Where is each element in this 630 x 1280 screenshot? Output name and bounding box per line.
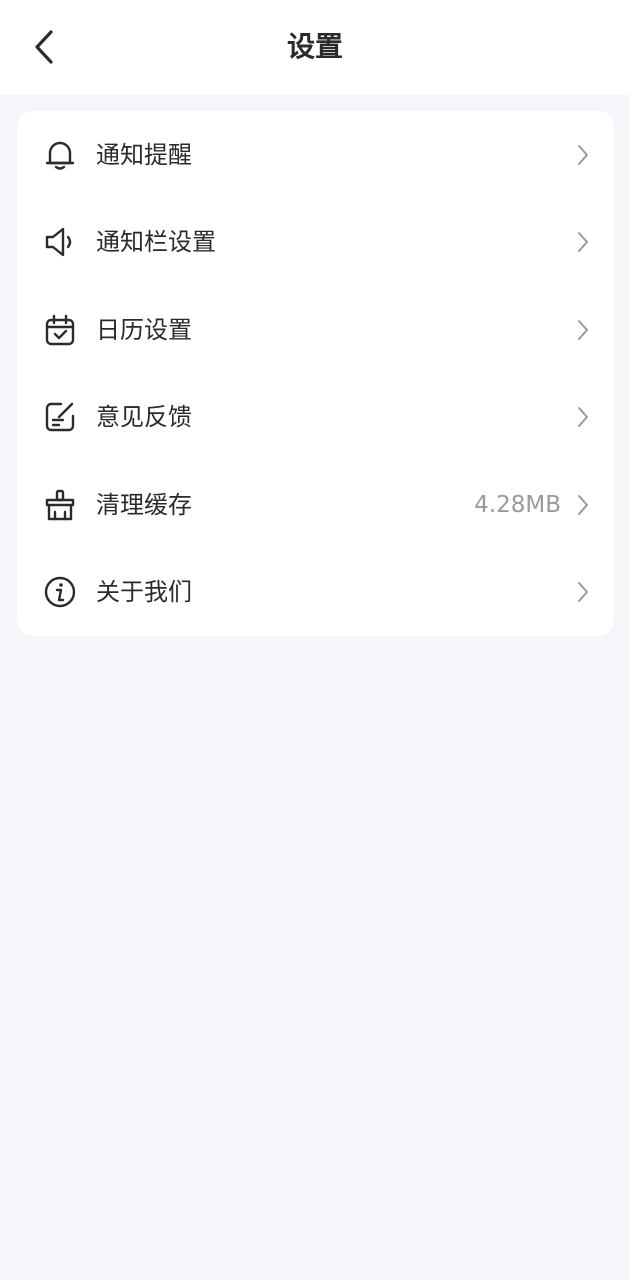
chevron-right-icon: [578, 232, 588, 252]
bell-icon: [45, 141, 75, 170]
settings-item-label: 通知栏设置: [96, 228, 216, 256]
settings-item-about-us[interactable]: 关于我们: [17, 548, 614, 635]
feedback-icon: [45, 402, 75, 432]
chevron-right-icon: [578, 495, 588, 515]
settings-item-label: 关于我们: [96, 578, 192, 606]
settings-list: 通知提醒 通知栏设置 日历设置 意见反馈 清理缓存 4.28MB 关于我们: [17, 111, 614, 636]
settings-item-calendar[interactable]: 日历设置: [17, 286, 614, 373]
chevron-right-icon: [578, 407, 588, 427]
cache-size-value: 4.28MB: [474, 492, 561, 518]
settings-item-feedback[interactable]: 意见反馈: [17, 373, 614, 460]
settings-item-label: 通知提醒: [96, 141, 192, 169]
page-title: 设置: [286, 30, 343, 63]
settings-item-label: 日历设置: [96, 316, 192, 344]
calendar-icon: [45, 314, 75, 346]
settings-item-notification-bar[interactable]: 通知栏设置: [17, 198, 614, 285]
broom-icon: [45, 489, 75, 521]
info-icon: [44, 576, 76, 608]
settings-item-clear-cache[interactable]: 清理缓存 4.28MB: [17, 461, 614, 548]
speaker-icon: [45, 227, 72, 257]
settings-item-notification-reminder[interactable]: 通知提醒: [17, 111, 614, 198]
top-bar: 设置: [0, 0, 630, 95]
settings-item-label: 意见反馈: [96, 403, 192, 431]
chevron-right-icon: [578, 145, 588, 165]
settings-item-label: 清理缓存: [96, 491, 192, 519]
chevron-right-icon: [578, 582, 588, 602]
chevron-right-icon: [578, 320, 588, 340]
